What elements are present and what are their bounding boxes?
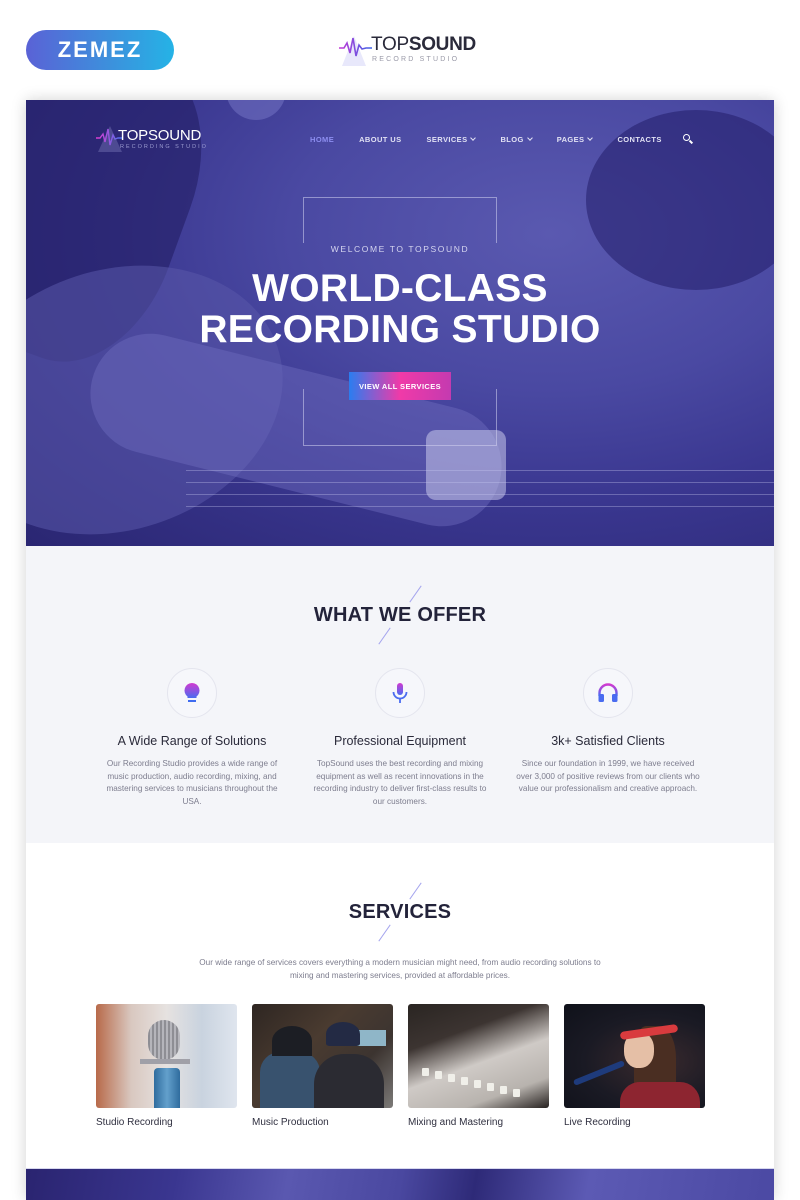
title-decor-slash bbox=[378, 924, 391, 942]
feature-item: 3k+ Satisfied Clients Since our foundati… bbox=[508, 668, 708, 796]
service-card[interactable]: Studio Recording bbox=[96, 1004, 237, 1128]
hero-kicker: WELCOME TO TOPSOUND bbox=[330, 244, 470, 254]
hero-bg-light bbox=[226, 100, 286, 120]
service-caption[interactable]: Music Production bbox=[252, 1117, 393, 1128]
feature-title: 3k+ Satisfied Clients bbox=[551, 734, 665, 748]
feature-icon-circle bbox=[375, 668, 425, 718]
fader-knob-shape bbox=[448, 1074, 455, 1082]
promo-brand: TOPSOUND bbox=[371, 34, 476, 56]
nav-label: ABOUT US bbox=[359, 134, 402, 144]
feature-text: TopSound uses the best recording and mix… bbox=[313, 759, 487, 806]
person-shape bbox=[314, 1054, 384, 1108]
title-decor-slash bbox=[409, 882, 422, 900]
microphone-body-shape bbox=[154, 1068, 180, 1108]
what-we-offer-section: WHAT WE OFFER A Wide Range of Solutions … bbox=[26, 546, 774, 843]
section-title: SERVICES bbox=[348, 901, 452, 923]
monitor-shape bbox=[356, 1030, 386, 1046]
service-image-studio-microphone[interactable] bbox=[96, 1004, 237, 1108]
fader-knob-shape bbox=[435, 1071, 442, 1079]
nav-about-us[interactable]: ABOUT US bbox=[359, 135, 401, 144]
person-shape bbox=[260, 1052, 320, 1108]
feature-icon-circle bbox=[167, 668, 217, 718]
microphone-icon bbox=[392, 683, 408, 703]
feature-title: A Wide Range of Solutions bbox=[117, 734, 267, 748]
service-card[interactable]: Live Recording bbox=[564, 1004, 705, 1128]
brand-light: TOP bbox=[371, 34, 409, 55]
hero-title-line-1: WORLD-CLASS bbox=[252, 267, 548, 310]
chevron-down-icon bbox=[526, 135, 533, 141]
microphone-mount-shape bbox=[140, 1059, 190, 1064]
feature-icon-circle bbox=[583, 668, 633, 718]
nav-home[interactable]: HOME bbox=[310, 135, 334, 144]
nav-label: CONTACTS bbox=[617, 134, 662, 144]
fader-knob-shape bbox=[487, 1083, 494, 1091]
logo-text: TOPSOUND bbox=[118, 127, 202, 144]
view-all-services-button[interactable]: VIEW ALL SERVICES bbox=[349, 372, 451, 400]
logo-subtitle: RECORDING STUDIO bbox=[120, 144, 208, 150]
feature-item: A Wide Range of Solutions Our Recording … bbox=[92, 668, 292, 808]
fader-knob-shape bbox=[422, 1068, 429, 1076]
hero-section: TOPSOUND RECORDING STUDIO HOME ABOUT US … bbox=[26, 100, 774, 546]
person-head-shape bbox=[272, 1026, 312, 1056]
topsound-promo-logo: TOPSOUND RECORD STUDIO bbox=[338, 32, 476, 68]
nav-contacts[interactable]: CONTACTS bbox=[617, 135, 661, 144]
service-caption[interactable]: Studio Recording bbox=[96, 1117, 237, 1128]
nav-label: SERVICES bbox=[426, 134, 468, 144]
service-card[interactable]: Music Production bbox=[252, 1004, 393, 1128]
nav-blog[interactable]: BLOG bbox=[500, 134, 533, 144]
fader-knob-shape bbox=[500, 1086, 507, 1094]
service-caption[interactable]: Live Recording bbox=[564, 1117, 705, 1128]
next-section-banner bbox=[26, 1168, 774, 1200]
hero-title-line-2: RECORDING STUDIO bbox=[199, 308, 601, 351]
service-image-production-room[interactable] bbox=[252, 1004, 393, 1108]
promo-brand-subtitle: RECORD STUDIO bbox=[372, 56, 460, 63]
service-caption[interactable]: Mixing and Mastering bbox=[408, 1117, 549, 1128]
brand-bold: SOUND bbox=[408, 34, 476, 55]
services-section: SERVICES Our wide range of services cove… bbox=[26, 843, 774, 1168]
service-image-live-singer[interactable] bbox=[564, 1004, 705, 1108]
zemez-logo[interactable]: ZEMEZ bbox=[26, 30, 174, 70]
promo-bar: ZEMEZ TOPSOUND RECORD STUDIO bbox=[0, 0, 800, 100]
service-image-mixing-console[interactable] bbox=[408, 1004, 549, 1108]
person-cap-shape bbox=[326, 1022, 360, 1046]
hero-bg-faders bbox=[186, 460, 774, 520]
service-card[interactable]: Mixing and Mastering bbox=[408, 1004, 549, 1128]
lightbulb-icon bbox=[184, 683, 200, 702]
page-preview: TOPSOUND RECORDING STUDIO HOME ABOUT US … bbox=[26, 100, 774, 1200]
fader-knob-shape bbox=[461, 1077, 468, 1085]
fader-knob-shape bbox=[513, 1089, 520, 1097]
site-logo[interactable]: TOPSOUND RECORDING STUDIO bbox=[96, 124, 216, 154]
microphone-shape bbox=[148, 1020, 180, 1060]
search-icon[interactable] bbox=[682, 133, 694, 145]
nav-pages[interactable]: PAGES bbox=[556, 134, 594, 144]
services-intro: Our wide range of services covers everyt… bbox=[199, 958, 601, 980]
nav-label: PAGES bbox=[556, 134, 585, 144]
hero-frame-top bbox=[303, 197, 497, 243]
title-decor-slash bbox=[378, 627, 391, 645]
title-decor-slash bbox=[409, 585, 422, 603]
nav-label: BLOG bbox=[500, 134, 524, 144]
headphones-icon bbox=[598, 683, 618, 702]
nav-label: HOME bbox=[310, 134, 335, 144]
feature-text: Since our foundation in 1999, we have re… bbox=[516, 759, 700, 794]
handheld-mic-shape bbox=[572, 1060, 626, 1086]
fader-knob-shape bbox=[474, 1080, 481, 1088]
nav-services[interactable]: SERVICES bbox=[426, 134, 477, 144]
main-nav: HOME ABOUT US SERVICES BLOG PAGES CONTAC… bbox=[310, 132, 694, 146]
singer-shirt-shape bbox=[620, 1082, 700, 1108]
section-title: WHAT WE OFFER bbox=[313, 604, 487, 626]
feature-title: Professional Equipment bbox=[333, 734, 467, 748]
feature-text: Our Recording Studio provides a wide ran… bbox=[106, 759, 278, 806]
soundwave-icon bbox=[339, 37, 372, 57]
feature-item: Professional Equipment TopSound uses the… bbox=[300, 668, 500, 808]
hero-title: WORLD-CLASS RECORDING STUDIO bbox=[26, 268, 774, 350]
chevron-down-icon bbox=[470, 135, 477, 141]
chevron-down-icon bbox=[587, 135, 594, 141]
